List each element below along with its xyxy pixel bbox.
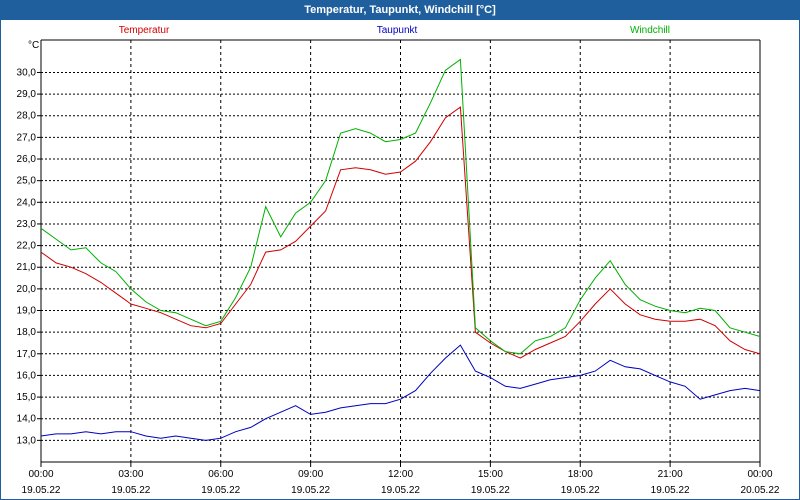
x-tick-time: 12:00 (388, 469, 413, 480)
x-tick-time: 06:00 (208, 469, 233, 480)
x-tick-date: 19.05.22 (651, 485, 690, 496)
x-tick-date: 19.05.22 (381, 485, 420, 496)
x-tick-date: 19.05.22 (22, 485, 61, 496)
legend-entry-windchill: Windchill (630, 25, 670, 36)
y-tick-label: 24,0 (17, 197, 37, 208)
line-chart: 13,0 14,0 15,0 16,0 17,0 18,0 19,0 20,0 21,0 22,0… (17, 25, 780, 496)
y-tick-label: 30,0 (17, 67, 37, 78)
x-tick-time: 18:00 (568, 469, 593, 480)
x-axis-ticks: 00:00 19.05.22 03:00 19.05.22 06:00 19.05.22 0… (22, 469, 780, 496)
x-tick-date: 19.05.22 (291, 485, 330, 496)
y-tick-label: 26,0 (17, 154, 37, 165)
x-tick-time: 09:00 (298, 469, 323, 480)
y-tick-label: 25,0 (17, 176, 37, 187)
y-tick-label: 14,0 (17, 414, 37, 425)
x-tick-time: 21:00 (658, 469, 683, 480)
y-tick-label: 18,0 (17, 327, 37, 338)
x-tick-time: 15:00 (478, 469, 503, 480)
legend: Temperatur Taupunkt Windchill (119, 25, 670, 36)
axes (37, 39, 761, 467)
y-tick-label: 19,0 (17, 306, 37, 317)
x-tick-date: 19.05.22 (561, 485, 600, 496)
y-tick-label: 20,0 (17, 284, 37, 295)
x-tick-date: 19.05.22 (111, 485, 150, 496)
y-tick-label: 21,0 (17, 262, 37, 273)
legend-entry-taupunkt: Taupunkt (377, 25, 418, 36)
y-axis-ticks: 13,0 14,0 15,0 16,0 17,0 18,0 19,0 20,0 21,0 22,0… (17, 67, 37, 446)
x-tick-time: 00:00 (747, 469, 772, 480)
y-tick-label: 27,0 (17, 132, 37, 143)
x-tick-date: 20.05.22 (741, 485, 780, 496)
x-tick-time: 03:00 (118, 469, 143, 480)
x-tick-time: 00:00 (28, 469, 53, 480)
legend-entry-temperatur: Temperatur (119, 25, 170, 36)
y-tick-label: 29,0 (17, 89, 37, 100)
y-axis-label: °C (28, 40, 39, 51)
y-tick-label: 22,0 (17, 241, 37, 252)
x-tick-date: 19.05.22 (201, 485, 240, 496)
x-tick-date: 19.05.22 (471, 485, 510, 496)
y-tick-label: 16,0 (17, 370, 37, 381)
y-tick-label: 17,0 (17, 349, 37, 360)
y-tick-label: 15,0 (17, 392, 37, 403)
y-tick-label: 13,0 (17, 435, 37, 446)
y-tick-label: 28,0 (17, 111, 37, 122)
y-tick-label: 23,0 (17, 219, 37, 230)
